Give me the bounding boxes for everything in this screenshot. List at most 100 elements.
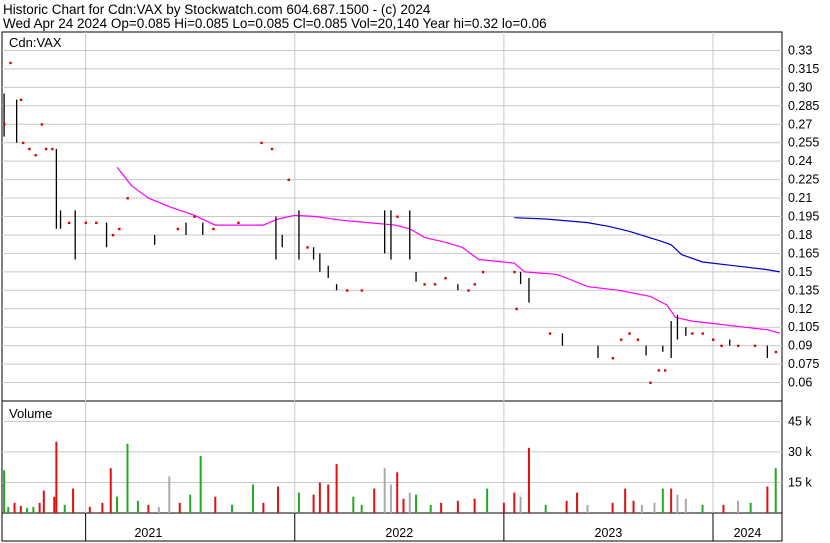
volume-bar <box>440 502 443 513</box>
price-tick-label: 0.285 <box>788 99 819 113</box>
volume-bar <box>360 504 363 513</box>
volume-bar <box>53 496 56 513</box>
close-price-dot <box>44 147 48 151</box>
volume-bar <box>502 502 505 513</box>
chart-header-line2: Wed Apr 24 2024 Op=0.085 Hi=0.085 Lo=0.0… <box>3 16 547 31</box>
price-tick-label: 0.33 <box>788 43 812 57</box>
close-price-dot <box>118 227 121 231</box>
close-price-dot <box>481 270 485 274</box>
close-price-dot <box>663 369 667 372</box>
volume-bar <box>335 464 338 513</box>
volume-bar <box>429 504 432 513</box>
volume-bar <box>126 443 129 513</box>
price-tick-label: 0.105 <box>788 320 819 334</box>
close-price-dot <box>636 338 640 341</box>
volume-bar <box>262 502 265 513</box>
volume-bar <box>415 494 418 513</box>
close-price-dot <box>193 215 196 218</box>
close-price-dot <box>701 332 704 335</box>
volume-bar <box>32 506 35 513</box>
volume-bar <box>72 488 75 513</box>
volume-bar <box>632 500 635 513</box>
close-price-dot <box>306 246 309 249</box>
close-price-dot <box>360 289 364 292</box>
close-price-dot <box>657 369 661 372</box>
volume-bar <box>327 484 330 513</box>
volume-bar <box>749 502 752 513</box>
volume-bar <box>576 492 579 513</box>
close-price-dot <box>3 123 6 126</box>
close-price-dot <box>611 356 615 360</box>
volume-bar <box>624 488 627 513</box>
volume-bar <box>586 504 589 513</box>
volume-bar <box>88 506 91 513</box>
volume-bar <box>373 488 376 513</box>
price-tick-label: 0.06 <box>788 376 812 390</box>
volume-bar <box>473 498 476 513</box>
volume-bar <box>389 484 392 513</box>
price-tick-label: 0.135 <box>788 283 819 297</box>
volume-bar <box>722 504 725 513</box>
price-tick-label: 0.075 <box>788 357 819 371</box>
volume-bar <box>670 488 673 513</box>
volume-bar <box>611 502 614 513</box>
volume-bar <box>676 494 679 513</box>
volume-bar <box>3 470 6 513</box>
volume-bar <box>199 455 202 513</box>
chart-svg: Historic Chart for Cdn:VAX by Stockwatch… <box>1 2 819 542</box>
x-axis-year-label: 2022 <box>385 526 413 540</box>
volume-bar <box>189 494 192 513</box>
close-price-dot <box>774 350 778 354</box>
volume-bar <box>684 498 687 513</box>
price-tick-label: 0.255 <box>788 136 819 150</box>
volume-bar <box>178 502 181 513</box>
close-price-dot <box>111 233 115 237</box>
close-price-dot <box>84 221 88 225</box>
close-price-dot <box>28 147 31 151</box>
close-price-dot <box>396 215 399 218</box>
volume-bar <box>63 504 66 513</box>
price-tick-label: 0.27 <box>788 117 812 131</box>
volume-bar <box>26 507 29 513</box>
volume-bar <box>251 484 254 513</box>
volume-bar <box>231 504 234 513</box>
close-price-dot <box>753 344 757 348</box>
volume-bar <box>7 506 10 513</box>
volume-bar <box>147 504 150 513</box>
volume-tick-label: 45 k <box>788 414 812 428</box>
volume-bar <box>312 494 315 513</box>
close-price-dot <box>619 338 623 341</box>
price-tick-label: 0.195 <box>788 210 819 224</box>
close-price-dot <box>513 270 516 274</box>
volume-panel-frame <box>1 400 783 514</box>
price-tick-label: 0.09 <box>788 339 812 353</box>
close-price-dot <box>67 221 71 225</box>
close-price-dot <box>720 344 723 348</box>
close-price-dot <box>34 154 37 157</box>
close-price-dot <box>473 283 477 286</box>
volume-bar <box>653 502 656 513</box>
close-price-dot <box>237 221 240 225</box>
close-price-dot <box>433 283 437 286</box>
volume-bar <box>42 490 45 513</box>
volume-bar <box>402 498 405 513</box>
price-panel-title: Cdn:VAX <box>9 35 62 50</box>
price-tick-label: 0.165 <box>788 246 819 260</box>
close-price-dot <box>444 277 447 280</box>
x-axis-year-label: 2023 <box>595 526 623 540</box>
close-price-dot <box>21 141 25 145</box>
volume-bar <box>774 468 777 513</box>
volume-bar <box>456 500 459 513</box>
close-price-dot <box>19 98 23 102</box>
volume-bar <box>486 488 489 513</box>
volume-panel-title: Volume <box>9 406 52 421</box>
price-tick-label: 0.21 <box>788 191 812 205</box>
close-price-dot <box>212 227 215 231</box>
volume-bar <box>396 472 399 513</box>
volume-bar <box>277 486 280 513</box>
volume-bar <box>352 496 355 513</box>
x-axis-year-label: 2021 <box>134 526 162 540</box>
close-price-dot <box>548 332 552 335</box>
volume-bar <box>408 492 411 513</box>
close-price-dot <box>711 338 715 341</box>
